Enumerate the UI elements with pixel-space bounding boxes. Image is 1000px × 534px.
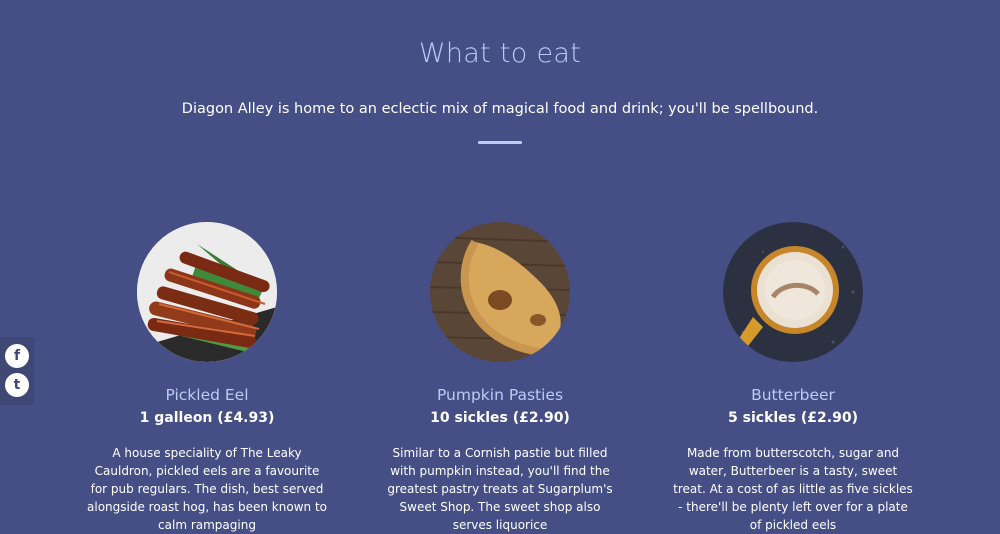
food-name: Pickled Eel <box>165 386 249 404</box>
food-card-pumpkin-pasties: Pumpkin Pasties 10 sickles (£2.90) Simil… <box>350 222 650 534</box>
food-price: 1 galleon (£4.93) <box>139 410 275 426</box>
pumpkin-pasties-image <box>430 222 570 362</box>
food-description: Similar to a Cornish pastie but filled w… <box>387 446 613 532</box>
section-subtitle: Diagon Alley is home to an eclectic mix … <box>181 101 819 117</box>
food-description: A house speciality of The Leaky Cauldron… <box>87 446 327 532</box>
twitter-icon[interactable]: t <box>5 373 29 397</box>
food-name: Pumpkin Pasties <box>436 386 564 404</box>
food-description: Made from butterscotch, sugar and water,… <box>673 446 913 532</box>
facebook-icon[interactable]: f <box>5 344 29 368</box>
section-divider <box>478 141 522 144</box>
pickled-eel-image <box>137 222 277 362</box>
social-share-bar: f t <box>0 337 34 405</box>
food-price: 5 sickles (£2.90) <box>728 410 858 426</box>
food-card-pickled-eel: Pickled Eel 1 galleon (£4.93) A house sp… <box>57 222 357 534</box>
food-name: Butterbeer <box>751 386 835 404</box>
section-title: What to eat <box>418 38 582 69</box>
food-price: 10 sickles (£2.90) <box>430 410 570 426</box>
butterbeer-image <box>723 222 863 362</box>
food-card-butterbeer: Butterbeer 5 sickles (£2.90) Made from b… <box>643 222 943 534</box>
